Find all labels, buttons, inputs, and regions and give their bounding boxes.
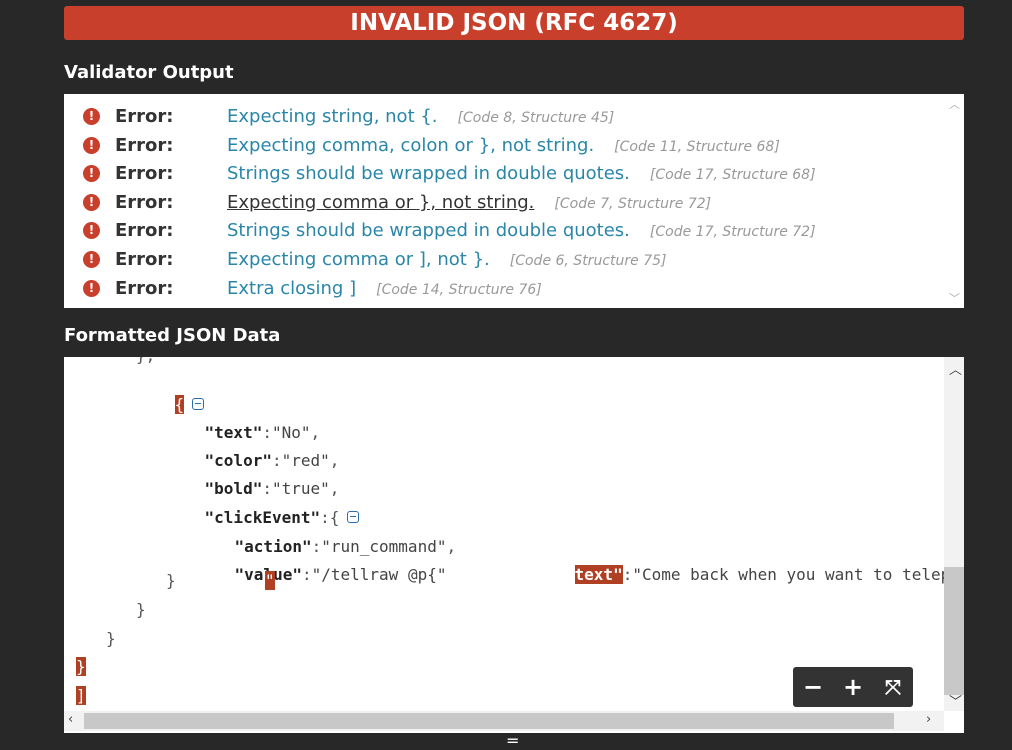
error-row[interactable]: ! Error: Strings should be wrapped in doub… — [64, 216, 944, 244]
error-label: Error: — [115, 162, 174, 184]
error-message-link[interactable]: Expecting comma or ], not }. — [227, 249, 490, 270]
error-icon: ! — [83, 279, 100, 297]
error-row[interactable]: ! Error: Expecting comma or ], not }. [Code… — [64, 245, 944, 273]
scroll-down-arrow-icon[interactable]: ﹀ — [949, 691, 962, 710]
scrollbar-thumb[interactable] — [84, 713, 894, 729]
scroll-up-arrow-icon[interactable]: ︿ — [949, 359, 962, 378]
error-message-link[interactable]: Expecting comma, colon or }, not string. — [227, 135, 594, 156]
formatted-json-title: Formatted JSON Data — [64, 325, 281, 346]
error-label: Error: — [115, 219, 174, 241]
json-horizontal-scrollbar[interactable]: ‹ › — [64, 711, 944, 731]
scroll-right-arrow-icon[interactable]: › — [926, 712, 931, 727]
scroll-up-arrow-icon[interactable]: ︿ — [949, 96, 960, 112]
error-message-link[interactable]: Strings should be wrapped in double quot… — [227, 220, 630, 241]
error-code: [Code 7, Structure 72] — [554, 195, 712, 212]
error-icon: ! — [83, 193, 100, 211]
error-label: Error: — [115, 134, 174, 156]
error-row[interactable]: ! Error: Expecting comma, colon or }, not … — [64, 131, 944, 159]
error-code: [Code 17, Structure 68] — [649, 166, 816, 183]
json-error-highlight: ] — [76, 686, 86, 705]
error-icon: ! — [83, 136, 100, 154]
json-brace: }, — [136, 357, 155, 365]
error-row[interactable]: ! Error: Extra closing ] [Code 14, Structur… — [64, 274, 944, 302]
error-row[interactable]: ! Error: Expecting comma or }, not string.… — [64, 188, 944, 216]
validator-output-title: Validator Output — [64, 62, 234, 83]
error-icon: ! — [83, 221, 100, 239]
json-error-highlight: " — [265, 571, 275, 590]
error-label: Error: — [115, 105, 174, 127]
error-code: [Code 11, Structure 68] — [614, 138, 780, 155]
error-code: [Code 14, Structure 76] — [376, 281, 542, 298]
scroll-left-arrow-icon[interactable]: ‹ — [68, 712, 73, 727]
error-message-link[interactable]: Strings should be wrapped in double quot… — [227, 163, 630, 184]
error-icon: ! — [83, 107, 100, 125]
json-value: "Come back when you want to telepor — [632, 565, 964, 584]
json-value: "/tellraw @p{" — [311, 565, 447, 584]
zoom-out-button[interactable]: − — [798, 673, 828, 701]
error-message-link[interactable]: Expecting string, not {. — [227, 106, 438, 127]
error-label: Error: — [115, 277, 174, 299]
error-icon: ! — [83, 164, 100, 182]
error-code: [Code 8, Structure 45] — [457, 109, 615, 126]
json-error-highlight: } — [76, 657, 86, 676]
json-brace: } — [136, 600, 146, 619]
json-vertical-scrollbar[interactable]: ︿ ﹀ — [944, 357, 964, 711]
error-label: Error: — [115, 248, 174, 270]
zoom-in-button[interactable]: + — [838, 673, 868, 701]
error-code: [Code 6, Structure 75] — [509, 252, 667, 269]
validator-output-panel[interactable]: ︿ ﹀ ! Error: Expecting string, not {. [Code… — [64, 94, 964, 308]
resize-handle[interactable]: = — [506, 731, 519, 750]
scroll-down-arrow-icon[interactable]: ﹀ — [949, 290, 960, 306]
error-message-link[interactable]: Extra closing ] — [227, 278, 356, 299]
error-icon: ! — [83, 250, 100, 268]
scrollbar-thumb[interactable] — [944, 567, 964, 695]
validation-status-banner: INVALID JSON (RFC 4627) — [64, 6, 964, 40]
error-row[interactable]: ! Error: Expecting string, not {. [Code 8, … — [64, 102, 944, 130]
error-code: [Code 17, Structure 72] — [649, 223, 816, 240]
json-brace: } — [106, 629, 116, 648]
error-label: Error: — [115, 191, 174, 213]
json-error-highlight: text" — [574, 565, 623, 584]
error-row[interactable]: ! Error: Strings should be wrapped in doub… — [64, 159, 944, 187]
fullscreen-icon[interactable]: ⤧ — [878, 675, 908, 699]
zoom-controls: − + ⤧ — [793, 667, 913, 707]
json-brace: } — [166, 571, 176, 590]
error-message-link[interactable]: Expecting comma or }, not string. — [227, 192, 534, 213]
